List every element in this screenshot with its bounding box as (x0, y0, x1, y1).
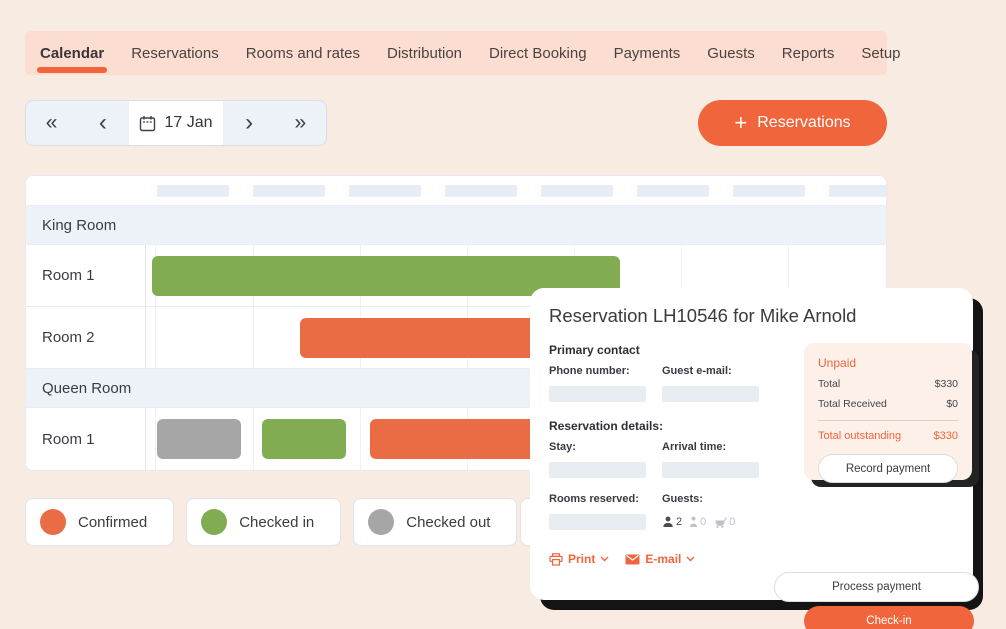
legend-checked-out-dot (368, 509, 394, 535)
payment-divider (818, 420, 958, 421)
total-outstanding-value: $330 (934, 430, 958, 442)
legend-item-checked-out[interactable]: Checked out (353, 498, 517, 546)
stay-label: Stay: (549, 441, 653, 453)
arrival-time-value (662, 462, 759, 478)
tab-payments[interactable]: Payments (614, 31, 681, 75)
date-placeholder (157, 185, 229, 197)
total-outstanding-label: Total outstanding (818, 430, 901, 442)
date-placeholder (637, 185, 709, 197)
total-label: Total (818, 378, 840, 390)
last-page-button[interactable]: » (275, 101, 326, 145)
room-name: Room 1 (26, 245, 146, 306)
top-navigation: Calendar Reservations Rooms and rates Distr… (25, 31, 887, 75)
tab-calendar[interactable]: Calendar (40, 31, 104, 75)
adult-guest-icon (662, 516, 674, 528)
nav-tabs: Calendar Reservations Rooms and rates Distr… (25, 31, 901, 75)
date-placeholder (733, 185, 805, 197)
date-placeholder (253, 185, 325, 197)
new-reservation-label: Reservations (757, 114, 850, 132)
calendar-icon (139, 115, 156, 132)
calendar-date-header (26, 176, 886, 206)
email-label: E-mail (645, 552, 681, 566)
date-navigation: « ‹ 17 Jan › » (25, 100, 327, 146)
status-legend: Confirmed Checked in Checked out (25, 498, 517, 546)
guest-email-label: Guest e-mail: (662, 365, 766, 377)
email-menu[interactable]: E-mail (625, 552, 695, 566)
next-day-button[interactable]: › (223, 101, 274, 145)
legend-label: Confirmed (78, 514, 147, 531)
legend-label: Checked in (239, 514, 314, 531)
print-menu[interactable]: Print (549, 552, 609, 566)
process-payment-button[interactable]: Process payment (774, 572, 979, 602)
date-placeholder (349, 185, 421, 197)
email-chevron-down-icon (686, 556, 695, 562)
stay-value (549, 462, 646, 478)
child-guest-icon (689, 516, 698, 528)
child-guest-count: 0 (700, 516, 706, 528)
check-in-button[interactable]: Check-in (804, 606, 974, 629)
date-placeholder (445, 185, 517, 197)
legend-checked-in-dot (201, 509, 227, 535)
legend-label: Checked out (406, 514, 490, 531)
rooms-reserved-label: Rooms reserved: (549, 493, 653, 505)
reservation-modal-title: Reservation LH10546 for Mike Arnold (549, 305, 953, 327)
total-value: $330 (935, 378, 958, 390)
plus-icon: + (734, 112, 747, 134)
tab-distribution[interactable]: Distribution (387, 31, 462, 75)
print-label: Print (568, 552, 595, 566)
record-payment-button[interactable]: Record payment (818, 454, 958, 483)
legend-confirmed-dot (40, 509, 66, 535)
print-chevron-down-icon (600, 556, 609, 562)
date-label: 17 Jan (164, 114, 212, 132)
phone-number-value (549, 386, 646, 402)
reservation-modal: Reservation LH10546 for Mike Arnold Prim… (530, 288, 973, 600)
guest-email-value (662, 386, 759, 402)
tab-guests[interactable]: Guests (707, 31, 755, 75)
tab-reservations[interactable]: Reservations (131, 31, 219, 75)
payment-status-badge: Unpaid (818, 356, 958, 370)
tab-setup[interactable]: Setup (861, 31, 900, 75)
reservation-bar-checked-in[interactable] (262, 419, 346, 459)
payment-summary-card: Unpaid Total $330 Total Received $0 Tota… (804, 343, 972, 480)
date-placeholder (829, 185, 887, 197)
infant-stroller-icon (713, 516, 727, 528)
room-name: Room 1 (26, 408, 146, 471)
date-picker[interactable]: 17 Jan (129, 101, 224, 145)
room-name: Room 2 (26, 307, 146, 368)
total-received-value: $0 (946, 398, 958, 410)
tab-reports[interactable]: Reports (782, 31, 835, 75)
reservation-details-heading: Reservation details: (549, 419, 781, 433)
reservation-bar-checked-out[interactable] (157, 419, 241, 459)
primary-contact-heading: Primary contact (549, 343, 781, 357)
first-page-button[interactable]: « (26, 101, 77, 145)
rooms-reserved-value (549, 514, 646, 530)
adult-guest-count: 2 (676, 516, 682, 528)
legend-item-confirmed[interactable]: Confirmed (25, 498, 174, 546)
new-reservation-button[interactable]: + Reservations (698, 100, 887, 146)
previous-day-button[interactable]: ‹ (77, 101, 128, 145)
arrival-time-label: Arrival time: (662, 441, 766, 453)
printer-icon (549, 553, 563, 566)
reservation-bar-confirmed[interactable] (300, 318, 562, 358)
tab-rooms-and-rates[interactable]: Rooms and rates (246, 31, 360, 75)
room-type-header: King Room (26, 206, 886, 245)
total-received-label: Total Received (818, 398, 887, 410)
infant-guest-count: 0 (729, 516, 735, 528)
guests-label: Guests: (662, 493, 766, 505)
envelope-icon (625, 554, 640, 565)
date-placeholder (541, 185, 613, 197)
tab-direct-booking[interactable]: Direct Booking (489, 31, 587, 75)
legend-item-checked-in[interactable]: Checked in (186, 498, 341, 546)
phone-number-label: Phone number: (549, 365, 653, 377)
